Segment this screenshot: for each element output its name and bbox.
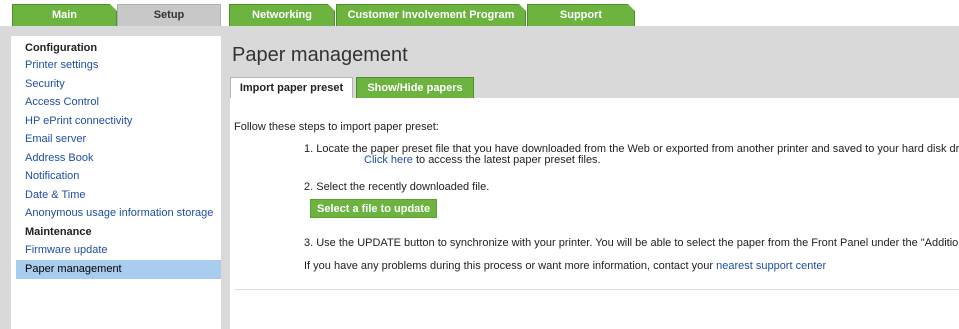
intro-text: Follow these steps to import paper prese… — [234, 121, 439, 133]
help-text-line: If you have any problems during this pro… — [304, 260, 826, 272]
sidebar-item-access-control[interactable]: Access Control — [25, 96, 99, 108]
tab-main[interactable]: Main — [12, 4, 117, 26]
nearest-support-center-link[interactable]: nearest support center — [716, 260, 826, 272]
tab-customer-involvement-program[interactable]: Customer Involvement Program — [336, 4, 526, 26]
sidebar-item-hp-eprint-connectivity[interactable]: HP ePrint connectivity — [25, 115, 132, 127]
step-2-text: 2. Select the recently downloaded file. — [304, 181, 490, 193]
sidebar-item-anonymous-usage[interactable]: Anonymous usage information storage — [25, 207, 213, 219]
step-1-link-rest: to access the latest paper preset files. — [412, 154, 601, 166]
sidebar-item-address-book[interactable]: Address Book — [25, 152, 93, 164]
content-divider — [235, 289, 959, 290]
tab-networking[interactable]: Networking — [229, 4, 335, 26]
sidebar: Configuration Printer settings Security … — [11, 36, 221, 329]
title-band: Paper management Import paper preset Sho… — [230, 36, 959, 98]
sidebar-item-notification[interactable]: Notification — [25, 170, 79, 182]
page-title: Paper management — [232, 44, 408, 66]
sidebar-heading-maintenance: Maintenance — [25, 226, 92, 238]
sidebar-item-date-time[interactable]: Date & Time — [25, 189, 86, 201]
step-3-text: 3. Use the UPDATE button to synchronize … — [304, 237, 959, 249]
sidebar-item-firmware-update[interactable]: Firmware update — [25, 244, 108, 256]
top-navigation: Main Setup Networking Customer Involveme… — [0, 0, 959, 26]
sidebar-item-email-server[interactable]: Email server — [25, 133, 86, 145]
tab-import-paper-preset[interactable]: Import paper preset — [230, 77, 353, 98]
select-file-button[interactable]: Select a file to update — [310, 199, 438, 218]
step-1-link-line: Click here to access the latest paper pr… — [364, 154, 601, 166]
sidebar-item-printer-settings[interactable]: Printer settings — [25, 59, 98, 71]
tab-support[interactable]: Support — [527, 4, 635, 26]
tab-show-hide-papers[interactable]: Show/Hide papers — [356, 77, 474, 98]
help-text: If you have any problems during this pro… — [304, 260, 717, 272]
main-content: Paper management Import paper preset Sho… — [230, 36, 959, 329]
sidebar-item-paper-management[interactable]: Paper management — [16, 260, 221, 279]
sidebar-heading-configuration: Configuration — [25, 42, 98, 54]
click-here-link[interactable]: Click here — [364, 154, 413, 166]
sidebar-item-security[interactable]: Security — [25, 78, 65, 90]
tab-setup[interactable]: Setup — [117, 4, 221, 26]
